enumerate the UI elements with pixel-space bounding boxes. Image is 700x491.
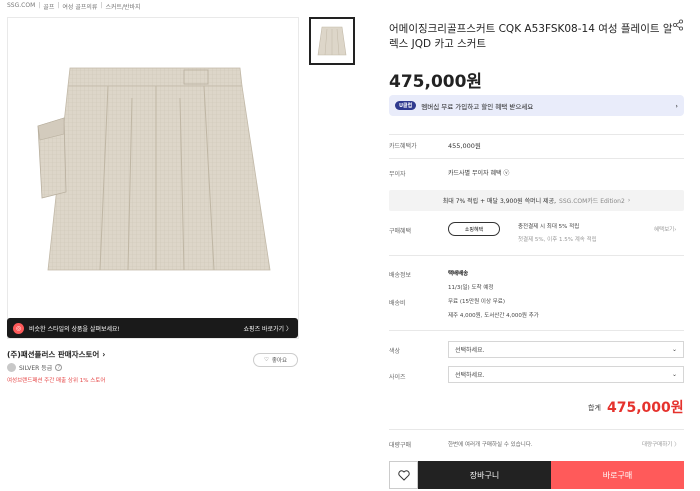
breadcrumb-item-home[interactable]: SSG.COM (7, 2, 35, 11)
similar-style-banner[interactable]: ◎ 비슷한 스타일의 상품을 살펴보세요! 쇼핑즈 바로가기 〉 (7, 318, 298, 338)
breadcrumb-item-skirts[interactable]: 스커트/반바지 (105, 2, 140, 11)
buy-now-button[interactable]: 바로구매 (551, 461, 684, 489)
size-select[interactable]: 선택하세요. ⌄ (448, 366, 684, 383)
card-price-label: 카드혜택가 (389, 143, 417, 150)
breadcrumb-item-women-golf[interactable]: 여성 골프의류 (62, 2, 97, 11)
chevron-down-icon: ⌄ (671, 346, 677, 353)
bulk-purchase-text: 한번에 여러개 구매하실 수 있습니다. (448, 442, 533, 448)
delivery-fee: 무료 (15만원 이상 무료) (448, 299, 506, 305)
card-benefit-bar[interactable]: 최대 7% 적립 + 매달 3,900원 쓱머니 제공, SSG.COM카드 E… (389, 190, 684, 211)
divider (389, 255, 684, 256)
bulk-purchase-label: 대량구매 (389, 442, 412, 449)
product-price: 475,000원 (389, 72, 483, 92)
breadcrumb: SSG.COM | 골프 | 여성 골프의류 | 스커트/반바지 (7, 2, 141, 11)
benefit-text: 최대 7% 적립 + 매달 3,900원 쓱머니 제공, (442, 198, 557, 205)
benefit-more-link[interactable]: 혜택보기› (654, 225, 676, 233)
delivery-type: 택배배송 (448, 271, 469, 277)
similar-style-text: 비슷한 스타일의 상품을 살펴보세요! (29, 325, 120, 333)
grade-badge-icon (7, 363, 16, 372)
divider (389, 158, 684, 159)
store-grade: SILVER 등급 ? (7, 363, 63, 372)
breadcrumb-separator: | (100, 2, 103, 9)
chevron-right-icon: › (627, 197, 631, 204)
skirt-image (37, 67, 271, 271)
uclub-badge: U클럽 (395, 101, 417, 110)
cart-button[interactable]: 장바구니 (418, 461, 551, 489)
chevron-down-icon: ⌄ (671, 371, 677, 378)
benefit-more-label: 혜택보기 (654, 227, 675, 233)
purchase-benefit-label: 구매혜택 (389, 228, 412, 235)
heart-icon (397, 469, 410, 481)
info-icon[interactable]: ? (55, 364, 63, 371)
purchase-benefit-sub: 첫결제 5%, 이후 1.5% 계속 적립 (518, 237, 597, 243)
chevron-circle-icon: ⓥ (503, 170, 510, 177)
divider (389, 429, 684, 430)
breadcrumb-separator: | (57, 2, 60, 9)
size-option-label: 사이즈 (389, 374, 406, 381)
interest-value: 카드사별 무이자 혜택 (448, 170, 502, 177)
product-title: 어메이징크리골프스커트 CQK A53FSK08-14 여성 플레이트 알렉스 … (389, 23, 673, 50)
breadcrumb-item-golf[interactable]: 골프 (43, 2, 54, 11)
wishlist-button[interactable] (389, 461, 418, 489)
store-note: 여성브랜드패션 주간 매출 상위 1% 스토어 (7, 378, 106, 384)
interest-label: 무이자 (389, 171, 406, 178)
camera-icon: ◎ (13, 322, 24, 334)
delivery-date: 11/3(일) 도착 예정 (448, 285, 494, 291)
membership-banner[interactable]: U클럽 멤버십 무료 가입하고 할인 혜택 받으세요 › (389, 95, 684, 116)
divider (389, 330, 684, 331)
size-select-placeholder: 선택하세요. (455, 372, 485, 379)
breadcrumb-separator: | (38, 2, 41, 9)
purchase-benefit-desc: 충전결제 시 최대 5% 적립 (518, 224, 580, 230)
grade-text: SILVER 등급 (19, 365, 53, 372)
delivery-info-label: 배송정보 (389, 272, 412, 279)
color-option-label: 색상 (389, 348, 401, 355)
product-main-image[interactable] (7, 17, 299, 339)
total-price: 475,000원 (607, 400, 684, 416)
store-name: (주)패션플러스 판매자스토어 (7, 350, 100, 359)
chevron-right-icon: › (102, 350, 106, 359)
chevron-right-icon: › (674, 227, 677, 233)
delivery-fee-label: 배송비 (389, 300, 406, 307)
interest-link[interactable]: 카드사별 무이자 혜택 ⓥ (448, 168, 509, 177)
store-name-link[interactable]: (주)패션플러스 판매자스토어 › (7, 349, 105, 360)
skirt-thumbnail-image (311, 19, 353, 63)
total-label: 합계 (588, 404, 601, 412)
heart-icon: ♡ (263, 357, 269, 363)
chevron-right-icon: › (675, 101, 678, 110)
benefit-card-name: SSG.COM카드 Edition2 (559, 198, 625, 205)
color-select-placeholder: 선택하세요. (455, 347, 485, 354)
color-select[interactable]: 선택하세요. ⌄ (448, 341, 684, 358)
shopping-benefit-pill[interactable]: 쇼핑혜택 (448, 222, 500, 236)
like-label: 좋아요 (271, 358, 288, 364)
shop-shortcut-link[interactable]: 쇼핑즈 바로가기 〉 (244, 324, 292, 333)
card-price-value: 455,000원 (448, 142, 481, 150)
bulk-purchase-link[interactable]: 대량구매하기 〉 (642, 440, 680, 448)
delivery-extra: 제주 4,000원, 도서산간 4,000원 추가 (448, 313, 539, 319)
product-thumbnail[interactable] (309, 17, 355, 65)
divider (389, 134, 684, 135)
like-button[interactable]: ♡ 좋아요 (253, 353, 298, 367)
membership-text: 멤버십 무료 가입하고 할인 혜택 받으세요 (421, 102, 534, 111)
